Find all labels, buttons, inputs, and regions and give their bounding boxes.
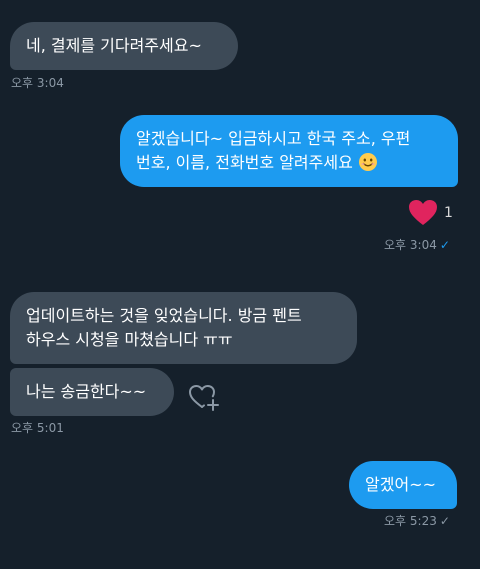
message-text: 나는 송금한다~~ xyxy=(26,382,147,401)
message-text: 알겠어~~ xyxy=(365,475,436,494)
message-timestamp: 오후 3:04 xyxy=(11,76,64,90)
reaction-badge[interactable]: 1 xyxy=(408,199,453,226)
timestamp-text: 오후 5:01 xyxy=(11,421,64,435)
message-timestamp: 오후 3:04 ✓ xyxy=(384,238,450,252)
message-text-line: 업데이트하는 것을 잊었습니다. 방금 펜트 xyxy=(26,306,302,325)
message-text-line: 번호, 이름, 전화번호 알려주세요 xyxy=(136,151,442,175)
heart-plus-icon xyxy=(189,385,219,411)
incoming-message[interactable]: 네, 결제를 기다려주세요~ xyxy=(10,22,238,70)
heart-icon xyxy=(409,200,437,225)
message-timestamp: 오후 5:01 xyxy=(11,421,64,435)
message-timestamp: 오후 5:23 ✓ xyxy=(384,514,450,528)
sent-check-icon: ✓ xyxy=(439,514,450,528)
message-text-line: 하우스 시청을 마쳤습니다 ㅠㅠ xyxy=(26,330,233,349)
outgoing-message[interactable]: 알겠어~~ xyxy=(349,461,457,509)
add-reaction-button[interactable] xyxy=(188,382,220,418)
message-text-line: 알겠습니다~ 입금하시고 한국 주소, 우편 xyxy=(136,129,411,148)
incoming-message[interactable]: 업데이트하는 것을 잊었습니다. 방금 펜트 하우스 시청을 마쳤습니다 ㅠㅠ xyxy=(10,292,357,364)
timestamp-text: 오후 3:04 xyxy=(384,238,437,252)
incoming-message[interactable]: 나는 송금한다~~ xyxy=(10,368,174,416)
smiling-face-emoji-icon xyxy=(358,153,377,171)
read-check-icon: ✓ xyxy=(439,238,450,252)
reaction-count: 1 xyxy=(444,204,453,221)
timestamp-text: 오후 5:23 xyxy=(384,514,437,528)
message-text: 번호, 이름, 전화번호 알려주세요 xyxy=(136,153,353,172)
message-text: 네, 결제를 기다려주세요~ xyxy=(26,36,202,55)
outgoing-message[interactable]: 알겠습니다~ 입금하시고 한국 주소, 우편 번호, 이름, 전화번호 알려주세… xyxy=(120,115,458,187)
timestamp-text: 오후 3:04 xyxy=(11,76,64,90)
